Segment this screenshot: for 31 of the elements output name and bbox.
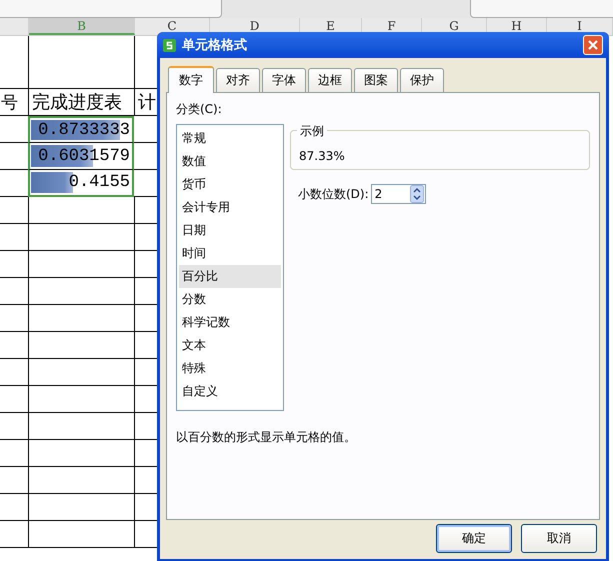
window-title: 单元格格式 xyxy=(182,37,248,54)
tab[interactable]: 图案 xyxy=(354,68,398,92)
ok-button[interactable]: 确定 xyxy=(436,524,512,553)
cell-text: 0.4155 xyxy=(68,173,131,192)
category-item[interactable]: 自定义 xyxy=(179,380,281,403)
tab[interactable]: 边框 xyxy=(308,68,352,92)
cancel-button[interactable]: 取消 xyxy=(521,524,597,553)
category-label: 分类(C): xyxy=(176,101,223,118)
cell-text: 计 xyxy=(137,91,156,114)
cell-text: 号 xyxy=(1,92,18,114)
category-item[interactable]: 百分比 xyxy=(179,265,281,288)
category-item[interactable]: 时间 xyxy=(179,242,281,265)
tab[interactable]: 字体 xyxy=(262,68,306,92)
decimal-places-label: 小数位数(D): xyxy=(298,186,369,202)
decimal-places-spinner[interactable]: 2 xyxy=(370,184,426,204)
tab[interactable]: 保护 xyxy=(400,68,444,92)
sample-legend: 示例 xyxy=(297,123,327,140)
tab[interactable]: 对齐 xyxy=(216,68,260,92)
category-item[interactable]: 货币 xyxy=(179,173,281,196)
description-text: 以百分数的形式显示单元格的值。 xyxy=(176,429,357,446)
sample-value: 87.33% xyxy=(299,149,345,163)
category-item[interactable]: 数值 xyxy=(179,150,281,173)
category-item[interactable]: 日期 xyxy=(179,219,281,242)
category-item[interactable]: 科学记数 xyxy=(179,311,281,334)
category-item[interactable]: 分数 xyxy=(179,288,281,311)
category-item[interactable]: 特殊 xyxy=(179,357,281,380)
cell-text: 完成进度表 xyxy=(31,91,122,114)
category-item[interactable]: 会计专用 xyxy=(179,196,281,219)
tab[interactable]: 数字 xyxy=(168,66,214,93)
category-item[interactable]: 常规 xyxy=(179,127,281,150)
category-item[interactable]: 文本 xyxy=(179,334,281,357)
